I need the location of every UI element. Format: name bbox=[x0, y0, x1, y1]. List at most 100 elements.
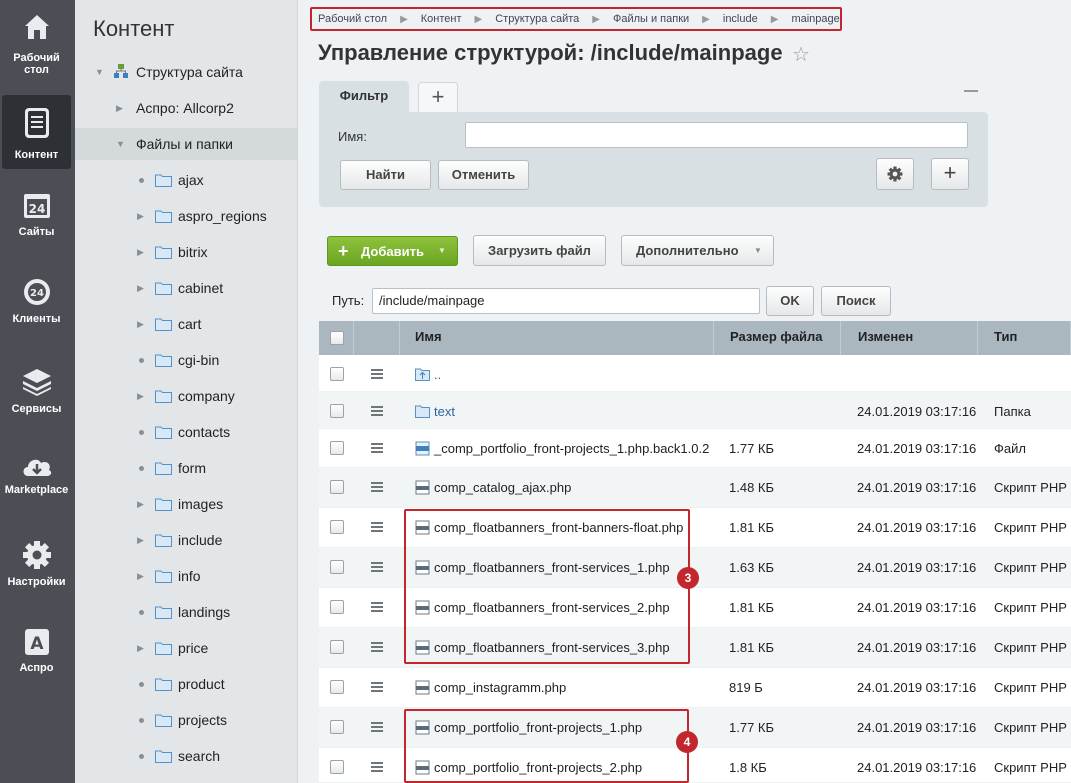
tree-folder-include[interactable]: ▶ include bbox=[75, 524, 297, 556]
row-menu-icon[interactable] bbox=[371, 522, 383, 532]
column-header-size[interactable]: Размер файла bbox=[714, 321, 841, 355]
row-menu-icon[interactable] bbox=[371, 482, 383, 492]
column-header-type[interactable]: Тип bbox=[978, 321, 1071, 355]
row-checkbox[interactable] bbox=[330, 560, 344, 574]
chevron-down-icon[interactable]: ▼ bbox=[116, 139, 125, 149]
tree-folder-company[interactable]: ▶ company bbox=[75, 380, 297, 412]
tree-folder-price[interactable]: ▶ price bbox=[75, 632, 297, 664]
tree-folder-aspro-regions[interactable]: ▶ aspro_regions bbox=[75, 200, 297, 232]
file-name[interactable]: text bbox=[434, 404, 455, 419]
column-header-name[interactable]: Имя bbox=[400, 321, 714, 355]
upload-file-button[interactable]: Загрузить файл bbox=[473, 235, 606, 266]
file-name[interactable]: .. bbox=[434, 367, 441, 382]
breadcrumb-item[interactable]: Рабочий стол bbox=[318, 13, 387, 25]
tree-folder-info[interactable]: ▶ info bbox=[75, 560, 297, 592]
table-row[interactable]: _comp_portfolio_front-projects_1.php.bac… bbox=[319, 429, 1071, 468]
chevron-right-icon[interactable]: ▶ bbox=[137, 535, 144, 546]
select-all-checkbox[interactable] bbox=[330, 331, 344, 345]
add-filter-field-button[interactable]: + bbox=[931, 158, 969, 190]
row-menu-icon[interactable] bbox=[371, 642, 383, 652]
tree-item-site-structure[interactable]: ▼ Структура сайта bbox=[75, 56, 297, 88]
sidebar-item-settings[interactable]: Настройки bbox=[2, 540, 71, 596]
table-row[interactable]: comp_instagramm.php 819 Б 24.01.2019 03:… bbox=[319, 668, 1071, 708]
tree-folder-projects[interactable]: projects bbox=[75, 704, 297, 736]
row-menu-icon[interactable] bbox=[371, 762, 383, 772]
tree-item-files-and-folders[interactable]: ▼ Файлы и папки bbox=[75, 128, 297, 160]
home-icon bbox=[24, 15, 49, 39]
cancel-button[interactable]: Отменить bbox=[438, 160, 529, 190]
row-checkbox[interactable] bbox=[330, 441, 344, 455]
star-icon[interactable]: ☆ bbox=[792, 42, 810, 67]
chevron-right-icon[interactable]: ▶ bbox=[137, 571, 144, 582]
row-checkbox[interactable] bbox=[330, 640, 344, 654]
tree-folder-ajax[interactable]: ajax bbox=[75, 164, 297, 196]
collapse-filter-icon[interactable] bbox=[964, 90, 978, 92]
row-checkbox[interactable] bbox=[330, 404, 344, 418]
breadcrumb-item[interactable]: mainpage bbox=[791, 13, 839, 25]
tab-filter[interactable]: Фильтр bbox=[319, 81, 409, 113]
path-search-button[interactable]: Поиск bbox=[821, 286, 891, 316]
row-menu-icon[interactable] bbox=[371, 406, 383, 416]
chevron-right-icon[interactable]: ▶ bbox=[137, 247, 144, 258]
tree-folder-form[interactable]: form bbox=[75, 452, 297, 484]
row-checkbox[interactable] bbox=[330, 760, 344, 774]
row-checkbox[interactable] bbox=[330, 600, 344, 614]
table-row[interactable]: comp_catalog_ajax.php 1.48 КБ 24.01.2019… bbox=[319, 468, 1071, 508]
chevron-right-icon[interactable]: ▶ bbox=[137, 211, 144, 222]
breadcrumb-item[interactable]: Файлы и папки bbox=[613, 13, 689, 25]
add-filter-tab-button[interactable]: + bbox=[418, 82, 458, 112]
file-name[interactable]: comp_instagramm.php bbox=[434, 680, 566, 695]
find-button[interactable]: Найти bbox=[340, 160, 431, 190]
chevron-right-icon[interactable]: ▶ bbox=[137, 319, 144, 330]
path-input[interactable]: /include/mainpage bbox=[372, 288, 760, 314]
row-menu-icon[interactable] bbox=[371, 369, 383, 379]
row-checkbox[interactable] bbox=[330, 720, 344, 734]
svg-text:24: 24 bbox=[28, 202, 45, 216]
chevron-right-icon[interactable]: ▶ bbox=[137, 283, 144, 294]
tree-folder-cart[interactable]: ▶ cart bbox=[75, 308, 297, 340]
row-menu-icon[interactable] bbox=[371, 443, 383, 453]
row-checkbox[interactable] bbox=[330, 520, 344, 534]
row-checkbox[interactable] bbox=[330, 480, 344, 494]
tree-folder-contacts[interactable]: contacts bbox=[75, 416, 297, 448]
chevron-right-icon[interactable]: ▶ bbox=[137, 643, 144, 654]
table-row[interactable]: text 24.01.2019 03:17:16 Папка bbox=[319, 392, 1071, 429]
more-actions-button[interactable]: Дополнительно ▼ bbox=[621, 235, 774, 266]
breadcrumb-item[interactable]: include bbox=[723, 13, 758, 25]
tree-item-aspro-allcorp2[interactable]: ▶ Аспро: Allcorp2 bbox=[75, 92, 297, 124]
chevron-down-icon[interactable]: ▼ bbox=[95, 67, 104, 77]
name-filter-input[interactable] bbox=[465, 122, 968, 148]
breadcrumb-item[interactable]: Структура сайта bbox=[495, 13, 579, 25]
tree-folder-landings[interactable]: landings bbox=[75, 596, 297, 628]
row-menu-icon[interactable] bbox=[371, 682, 383, 692]
chevron-right-icon[interactable]: ▶ bbox=[137, 391, 144, 402]
tree-folder-search[interactable]: search bbox=[75, 740, 297, 772]
row-checkbox[interactable] bbox=[330, 680, 344, 694]
sidebar-item-desktop[interactable]: Рабочий стол bbox=[2, 12, 71, 82]
tree-folder-cabinet[interactable]: ▶ cabinet bbox=[75, 272, 297, 304]
sidebar-item-sites[interactable]: 24 Сайты bbox=[2, 190, 71, 246]
sidebar-item-marketplace[interactable]: Marketplace bbox=[2, 452, 71, 508]
sidebar-item-content[interactable]: Контент bbox=[2, 95, 71, 169]
tree-folder-images[interactable]: ▶ images bbox=[75, 488, 297, 520]
column-header-modified[interactable]: Изменен bbox=[841, 321, 978, 355]
tree-folder-bitrix[interactable]: ▶ bitrix bbox=[75, 236, 297, 268]
chevron-right-icon[interactable]: ▶ bbox=[137, 499, 144, 510]
sidebar-item-services[interactable]: Сервисы bbox=[2, 367, 71, 423]
path-ok-button[interactable]: OK bbox=[766, 286, 814, 316]
breadcrumb-item[interactable]: Контент bbox=[421, 13, 462, 25]
table-row[interactable]: .. bbox=[319, 355, 1071, 392]
file-name[interactable]: comp_catalog_ajax.php bbox=[434, 480, 571, 495]
chevron-right-icon[interactable]: ▶ bbox=[116, 103, 123, 114]
file-name[interactable]: _comp_portfolio_front-projects_1.php.bac… bbox=[434, 441, 709, 456]
row-menu-icon[interactable] bbox=[371, 562, 383, 572]
sidebar-item-clients[interactable]: 24 Клиенты bbox=[2, 277, 71, 333]
add-button[interactable]: + Добавить ▼ bbox=[327, 236, 458, 266]
filter-settings-button[interactable] bbox=[876, 158, 914, 190]
row-menu-icon[interactable] bbox=[371, 722, 383, 732]
row-menu-icon[interactable] bbox=[371, 602, 383, 612]
row-checkbox[interactable] bbox=[330, 367, 344, 381]
sidebar-item-aspro[interactable]: A Аспро bbox=[2, 628, 71, 684]
tree-folder-product[interactable]: product bbox=[75, 668, 297, 700]
tree-folder-cgi-bin[interactable]: cgi-bin bbox=[75, 344, 297, 376]
